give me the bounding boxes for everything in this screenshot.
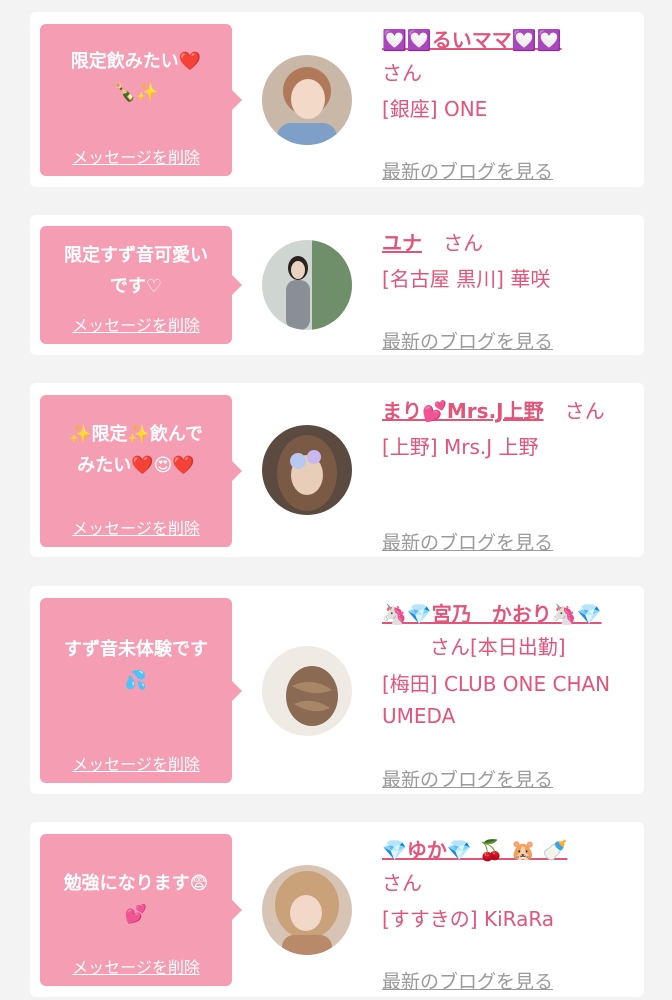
shop-label: [銀座] ONE bbox=[382, 97, 488, 121]
message-text: ✨限定✨飲んで みたい❤️😍❤️ bbox=[69, 424, 203, 476]
profile-name-link[interactable]: 💎ゆか💎 🍒 🐹 🍼 bbox=[382, 834, 632, 867]
honorific: さん bbox=[564, 399, 605, 423]
message-list: 限定飲みたい❤️ 🍾✨ メッセージを削除 💟💟るいママ💟💟 さん [銀座] ON… bbox=[0, 0, 672, 1000]
message-text: すず音未体験です 💦 bbox=[64, 639, 208, 691]
latest-blog-link[interactable]: 最新のブログを見る bbox=[382, 157, 553, 184]
honorific: さん bbox=[382, 871, 422, 895]
profile-name-link[interactable]: 🦄💎宮乃 かおり🦄💎 bbox=[382, 598, 632, 631]
shop-label: [梅田] CLUB ONE CHAN UMEDA bbox=[382, 672, 611, 728]
latest-blog-link[interactable]: 最新のブログを見る bbox=[382, 765, 553, 792]
message-bubble: 勉強になります😨 💕 メッセージを削除 bbox=[40, 834, 242, 986]
latest-blog-link[interactable]: 最新のブログを見る bbox=[382, 528, 553, 555]
profile-info: 🦄💎宮乃 かおり🦄💎 さん[本日出勤] [梅田] CLUB ONE CHAN U… bbox=[382, 598, 632, 791]
avatar[interactable] bbox=[262, 865, 352, 955]
delete-message-link[interactable]: メッセージを削除 bbox=[40, 144, 232, 168]
latest-blog-link[interactable]: 最新のブログを見る bbox=[382, 327, 553, 354]
message-bubble: すず音未体験です 💦 メッセージを削除 bbox=[40, 598, 242, 783]
list-item: ✨限定✨飲んで みたい❤️😍❤️ メッセージを削除 まり💕Mrs.J上野 さん … bbox=[30, 383, 644, 557]
delete-message-link[interactable]: メッセージを削除 bbox=[40, 954, 232, 978]
honorific: さん bbox=[443, 231, 484, 255]
list-item: 勉強になります😨 💕 メッセージを削除 💎ゆか💎 🍒 🐹 🍼 さん [すすきの]… bbox=[30, 822, 644, 997]
shop-label: [上野] Mrs.J 上野 bbox=[382, 435, 539, 459]
list-item: 限定飲みたい❤️ 🍾✨ メッセージを削除 💟💟るいママ💟💟 さん [銀座] ON… bbox=[30, 12, 644, 187]
message-text: 勉強になります😨 💕 bbox=[63, 873, 209, 925]
list-item: 限定すず音可愛い です♡ メッセージを削除 ユナ さん [名古屋 黒川] 華咲 … bbox=[30, 215, 644, 355]
latest-blog-link[interactable]: 最新のブログを見る bbox=[382, 967, 553, 994]
message-bubble: 限定飲みたい❤️ 🍾✨ メッセージを削除 bbox=[40, 24, 242, 176]
delete-message-link[interactable]: メッセージを削除 bbox=[40, 312, 232, 336]
shop-label: [名古屋 黒川] 華咲 bbox=[382, 267, 551, 291]
avatar[interactable] bbox=[262, 646, 352, 736]
delete-message-link[interactable]: メッセージを削除 bbox=[40, 751, 232, 775]
avatar[interactable] bbox=[262, 240, 352, 330]
list-item: すず音未体験です 💦 メッセージを削除 🦄💎宮乃 かおり🦄💎 さん[本日出勤] … bbox=[30, 586, 644, 794]
message-bubble: 限定すず音可愛い です♡ メッセージを削除 bbox=[40, 226, 242, 344]
honorific: さん bbox=[382, 61, 422, 85]
message-text: 限定すず音可愛い です♡ bbox=[64, 245, 208, 297]
message-text: 限定飲みたい❤️ 🍾✨ bbox=[70, 51, 202, 103]
profile-name-link[interactable]: ユナ bbox=[382, 231, 422, 255]
avatar[interactable] bbox=[262, 425, 352, 515]
message-bubble: ✨限定✨飲んで みたい❤️😍❤️ メッセージを削除 bbox=[40, 395, 242, 547]
delete-message-link[interactable]: メッセージを削除 bbox=[40, 515, 232, 539]
profile-info: まり💕Mrs.J上野 さん [上野] Mrs.J 上野 最新のブログを見る bbox=[382, 395, 632, 555]
shop-label: [すすきの] KiRaRa bbox=[382, 907, 555, 931]
profile-name-link[interactable]: 💟💟るいママ💟💟 bbox=[382, 24, 632, 57]
honorific: さん[本日出勤] bbox=[430, 635, 566, 659]
profile-info: 💎ゆか💎 🍒 🐹 🍼 さん [すすきの] KiRaRa 最新のブログを見る bbox=[382, 834, 632, 994]
avatar[interactable] bbox=[262, 55, 352, 145]
profile-info: ユナ さん [名古屋 黒川] 華咲 最新のブログを見る bbox=[382, 227, 632, 354]
profile-info: 💟💟るいママ💟💟 さん [銀座] ONE 最新のブログを見る bbox=[382, 24, 632, 184]
profile-name-link[interactable]: まり💕Mrs.J上野 bbox=[382, 399, 544, 423]
